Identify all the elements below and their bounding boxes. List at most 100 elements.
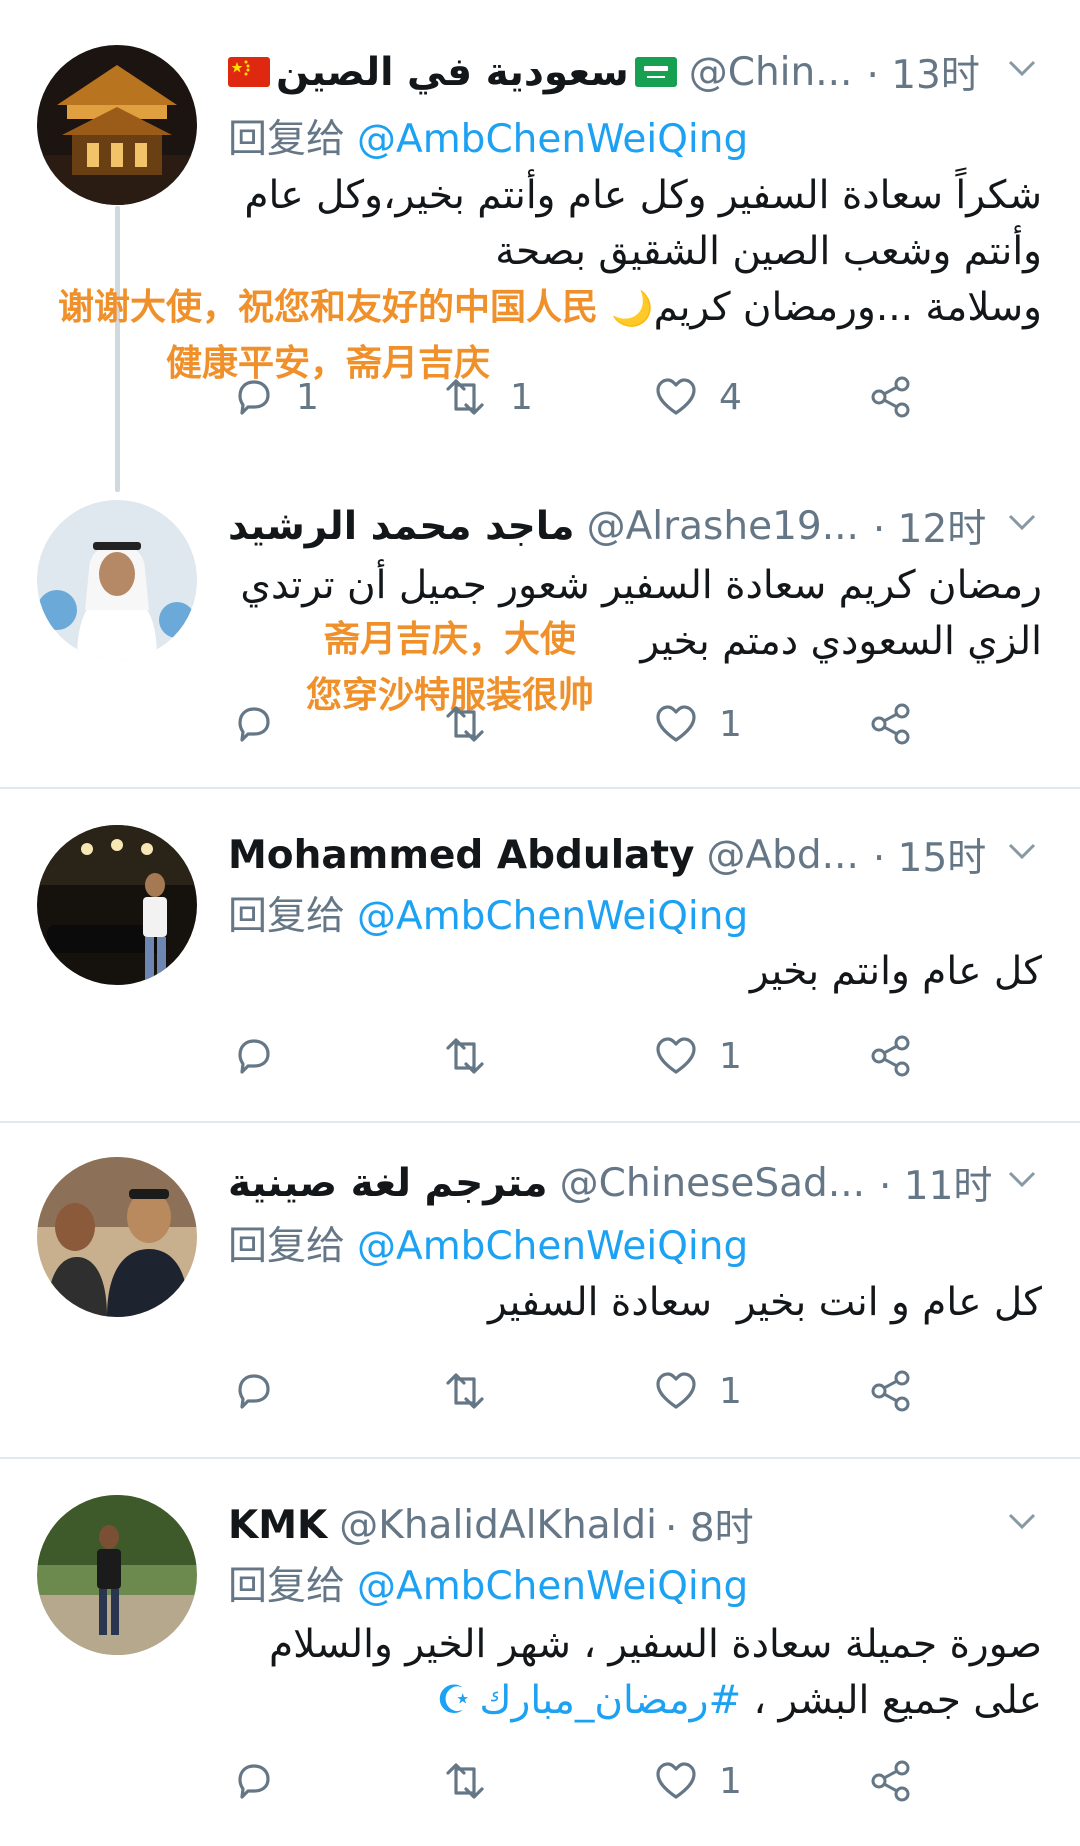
avatar[interactable] <box>37 825 197 985</box>
reply-button[interactable]: 1 <box>232 375 319 419</box>
reply-icon <box>238 1039 270 1074</box>
timestamp[interactable]: · 8时 <box>665 1497 754 1553</box>
replying-to-label: 回复给 <box>228 894 346 939</box>
action-bar: 1 1 4 <box>228 375 948 435</box>
replying-to-mention[interactable]: @AmbChenWeiQing <box>357 894 748 939</box>
share-icon <box>871 376 910 418</box>
display-name[interactable]: سعودية في الصين <box>276 50 629 95</box>
reply-count: 1 <box>296 376 319 418</box>
tweet-header: KMK @KhalidAlKhaldi · 8时 <box>228 1495 1040 1555</box>
tweet-header: سعودية في الصين @Chin... · 13时 <box>228 42 1040 102</box>
replying-to-mention[interactable]: @AmbChenWeiQing <box>357 1224 748 1269</box>
reply-icon <box>238 707 270 742</box>
chevron-down-icon[interactable] <box>1004 1161 1040 1197</box>
avatar[interactable] <box>37 1157 197 1317</box>
tweet-1[interactable]: سعودية في الصين @Chin... · 13时 回复给 @AmbCh… <box>0 0 1080 470</box>
avatar[interactable] <box>37 45 197 205</box>
replying-to-label: 回复给 <box>228 1224 346 1269</box>
avatar[interactable] <box>37 1495 197 1655</box>
retweet-icon <box>446 1038 484 1074</box>
replying-to: 回复给 @AmbChenWeiQing <box>228 1555 748 1611</box>
display-name[interactable]: ماجد محمد الرشيد <box>228 504 575 549</box>
timestamp[interactable]: · 12时 <box>873 498 986 554</box>
user-handle[interactable]: @ChineseSad... <box>560 1161 865 1206</box>
tweet-text: كل عام وانتم بخير <box>749 949 1042 994</box>
like-icon <box>656 378 696 415</box>
like-button[interactable]: 1 <box>653 1759 742 1803</box>
retweet-icon <box>446 1763 484 1799</box>
hashtag-link[interactable]: #رمضان_مبارك <box>479 1678 741 1723</box>
tweet-header: مترجم لغة صينية @ChineseSad... · 11时 <box>228 1153 1040 1213</box>
crescent-emoji: ☪ <box>436 1678 472 1723</box>
like-count: 1 <box>719 703 742 745</box>
replying-to-label: 回复给 <box>228 117 346 162</box>
chevron-down-icon[interactable] <box>1004 50 1040 86</box>
like-count: 4 <box>719 376 742 418</box>
tweet-5[interactable]: KMK @KhalidAlKhaldi · 8时 回复给 @AmbChenWeiQ… <box>0 1459 1080 1846</box>
like-icon <box>656 1372 696 1409</box>
retweet-button[interactable]: 1 <box>440 375 533 419</box>
reply-button[interactable] <box>232 702 276 746</box>
chevron-down-icon[interactable] <box>1004 833 1040 869</box>
share-button[interactable] <box>868 375 914 419</box>
like-button[interactable]: 4 <box>653 375 742 419</box>
chevron-down-icon[interactable] <box>1004 504 1040 540</box>
action-bar: 1 <box>228 1369 948 1429</box>
retweet-count: 1 <box>510 376 533 418</box>
like-button[interactable]: 1 <box>653 1034 742 1078</box>
reply-button[interactable] <box>232 1369 276 1413</box>
timestamp[interactable]: · 11时 <box>879 1155 992 1211</box>
tweet-header: ماجد محمد الرشيد @Alrashe19... · 12时 <box>228 496 1040 556</box>
user-handle[interactable]: @Abd... <box>706 833 858 878</box>
retweet-button[interactable] <box>440 1759 490 1803</box>
translation-overlay: 谢谢大使，祝您和友好的中国人民 健康平安，斋月吉庆 <box>8 278 648 386</box>
share-icon <box>871 703 910 745</box>
replying-to: 回复给 @AmbChenWeiQing <box>228 108 748 164</box>
display-name[interactable]: KMK <box>228 1503 327 1548</box>
share-icon <box>871 1760 910 1802</box>
like-button[interactable]: 1 <box>653 1369 742 1413</box>
display-name[interactable]: مترجم لغة صينية <box>228 1161 548 1206</box>
reply-button[interactable] <box>232 1034 276 1078</box>
reply-icon <box>238 380 270 415</box>
tweet-2[interactable]: ماجد محمد الرشيد @Alrashe19... · 12时 رمض… <box>0 470 1080 788</box>
like-icon <box>656 1037 696 1074</box>
timestamp[interactable]: · 13时 <box>866 44 979 100</box>
replying-to-label: 回复给 <box>228 1564 346 1609</box>
reply-button[interactable] <box>232 1759 276 1803</box>
share-button[interactable] <box>868 1034 914 1078</box>
replying-to-mention[interactable]: @AmbChenWeiQing <box>357 117 748 162</box>
avatar[interactable] <box>37 500 197 660</box>
replying-to: 回复给 @AmbChenWeiQing <box>228 1215 748 1271</box>
display-name[interactable]: Mohammed Abdulaty <box>228 833 694 878</box>
share-icon <box>871 1370 910 1412</box>
action-bar: 1 <box>228 702 948 762</box>
retweet-button[interactable] <box>440 1369 490 1413</box>
user-handle[interactable]: @KhalidAlKhaldi <box>339 1503 657 1548</box>
saudi-flag-icon <box>634 57 677 87</box>
tweet-header: Mohammed Abdulaty @Abd... · 15时 <box>228 825 1040 885</box>
translation-line: 谢谢大使，祝您和友好的中国人民 <box>57 287 598 328</box>
tweet-3[interactable]: Mohammed Abdulaty @Abd... · 15时 回复给 @AmbC… <box>0 789 1080 1121</box>
tweet-4[interactable]: مترجم لغة صينية @ChineseSad... · 11时 回复给… <box>0 1123 1080 1457</box>
reply-icon <box>238 1764 270 1799</box>
retweet-button[interactable] <box>440 702 490 746</box>
action-bar: 1 <box>228 1759 948 1819</box>
timestamp[interactable]: · 15时 <box>873 827 986 883</box>
translation-line: 斋月吉庆，大使 <box>323 619 576 660</box>
share-button[interactable] <box>868 1369 914 1413</box>
share-button[interactable] <box>868 702 914 746</box>
user-handle[interactable]: @Alrashe19... <box>587 504 859 549</box>
like-icon <box>656 1762 696 1799</box>
tweet-text: كل عام و انت بخير سعادة السفير <box>487 1280 1042 1325</box>
retweet-icon <box>446 706 484 742</box>
like-button[interactable]: 1 <box>653 702 742 746</box>
retweet-button[interactable] <box>440 1034 490 1078</box>
like-count: 1 <box>719 1035 742 1077</box>
chevron-down-icon[interactable] <box>1004 1503 1040 1539</box>
user-handle[interactable]: @Chin... <box>689 50 853 95</box>
replying-to: 回复给 @AmbChenWeiQing <box>228 885 748 941</box>
retweet-icon <box>446 1373 484 1409</box>
share-button[interactable] <box>868 1759 914 1803</box>
replying-to-mention[interactable]: @AmbChenWeiQing <box>357 1564 748 1609</box>
